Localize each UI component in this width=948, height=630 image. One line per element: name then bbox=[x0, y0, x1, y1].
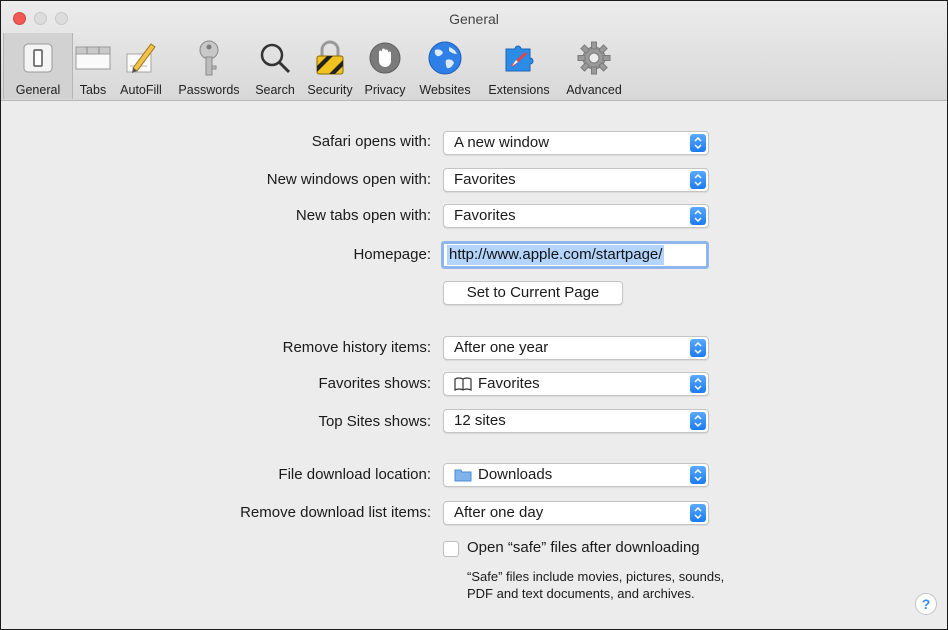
window-title: General bbox=[449, 11, 499, 27]
tab-privacy[interactable]: Privacy bbox=[359, 33, 411, 99]
tabs-icon bbox=[73, 38, 113, 78]
popup-value-wrap: Downloads bbox=[454, 466, 552, 483]
file-download-location-popup[interactable]: Downloads bbox=[443, 463, 709, 487]
book-icon bbox=[454, 376, 472, 391]
remove-download-list-items-popup[interactable]: After one day bbox=[443, 501, 709, 525]
general-switch-icon bbox=[18, 38, 58, 78]
preferences-toolbar: General Tabs AutoFill Passwords Search S… bbox=[3, 33, 629, 99]
magnifier-icon bbox=[255, 38, 295, 78]
safari-opens-with-label: Safari opens with: bbox=[311, 133, 431, 150]
popup-value-wrap: Favorites bbox=[454, 375, 540, 392]
popup-value: A new window bbox=[454, 134, 550, 151]
tab-advanced[interactable]: Advanced bbox=[559, 33, 629, 99]
safari-opens-with-popup[interactable]: A new window bbox=[443, 131, 709, 155]
preferences-window: General General Tabs AutoFill Passwords … bbox=[0, 0, 948, 630]
favorites-shows-label: Favorites shows: bbox=[318, 375, 431, 392]
open-safe-files-label[interactable]: Open “safe” files after downloading bbox=[467, 539, 700, 556]
title-bar: General General Tabs AutoFill Passwords … bbox=[1, 1, 947, 101]
puzzle-icon bbox=[499, 38, 539, 78]
stepper-arrows-icon bbox=[690, 134, 706, 152]
tab-autofill[interactable]: AutoFill bbox=[113, 33, 169, 99]
lock-icon bbox=[310, 38, 350, 78]
open-safe-files-checkbox[interactable] bbox=[443, 541, 459, 557]
tab-tabs[interactable]: Tabs bbox=[73, 33, 113, 99]
general-pane: Safari opens with: A new window New wind… bbox=[1, 101, 947, 629]
tab-general[interactable]: General bbox=[3, 33, 73, 99]
stepper-arrows-icon bbox=[690, 339, 706, 357]
remove-download-list-items-label: Remove download list items: bbox=[240, 504, 431, 521]
new-tabs-open-with-label: New tabs open with: bbox=[295, 207, 431, 224]
stepper-arrows-icon bbox=[690, 466, 706, 484]
popup-value: Favorites bbox=[478, 375, 540, 392]
safe-files-note: “Safe” files include movies, pictures, s… bbox=[467, 569, 725, 601]
stepper-arrows-icon bbox=[690, 504, 706, 522]
favorites-shows-popup[interactable]: Favorites bbox=[443, 372, 709, 396]
popup-value: After one day bbox=[454, 504, 544, 521]
stepper-arrows-icon bbox=[690, 375, 706, 393]
top-sites-shows-label: Top Sites shows: bbox=[318, 413, 431, 430]
help-button[interactable]: ? bbox=[915, 593, 937, 615]
hand-icon bbox=[365, 38, 405, 78]
popup-value: Downloads bbox=[478, 466, 553, 483]
popup-value: 12 sites bbox=[454, 412, 506, 429]
popup-value: Favorites bbox=[454, 171, 516, 188]
new-windows-open-with-label: New windows open with: bbox=[266, 171, 431, 188]
remove-history-items-popup[interactable]: After one year bbox=[443, 336, 709, 360]
new-tabs-open-with-popup[interactable]: Favorites bbox=[443, 204, 709, 228]
tab-websites[interactable]: Websites bbox=[411, 33, 479, 99]
popup-value: After one year bbox=[454, 339, 549, 356]
homepage-field[interactable]: http://www.apple.com/startpage/ bbox=[441, 241, 709, 269]
globe-icon bbox=[425, 38, 465, 78]
homepage-label: Homepage: bbox=[353, 246, 431, 263]
folder-icon bbox=[454, 469, 472, 481]
stepper-arrows-icon bbox=[690, 171, 706, 189]
file-download-location-label: File download location: bbox=[278, 466, 431, 483]
stepper-arrows-icon bbox=[690, 207, 706, 225]
stepper-arrows-icon bbox=[690, 412, 706, 430]
key-icon bbox=[189, 38, 229, 78]
top-sites-shows-popup[interactable]: 12 sites bbox=[443, 409, 709, 433]
popup-value: Favorites bbox=[454, 207, 516, 224]
remove-history-items-label: Remove history items: bbox=[282, 339, 431, 356]
tab-extensions[interactable]: Extensions bbox=[479, 33, 559, 99]
tab-passwords[interactable]: Passwords bbox=[169, 33, 249, 99]
tab-security[interactable]: Security bbox=[301, 33, 359, 99]
gear-icon bbox=[574, 38, 614, 78]
homepage-value: http://www.apple.com/startpage/ bbox=[447, 245, 665, 265]
autofill-pencil-icon bbox=[121, 38, 161, 78]
set-to-current-page-button[interactable]: Set to Current Page bbox=[443, 281, 623, 305]
tab-search[interactable]: Search bbox=[249, 33, 301, 99]
new-windows-open-with-popup[interactable]: Favorites bbox=[443, 168, 709, 192]
